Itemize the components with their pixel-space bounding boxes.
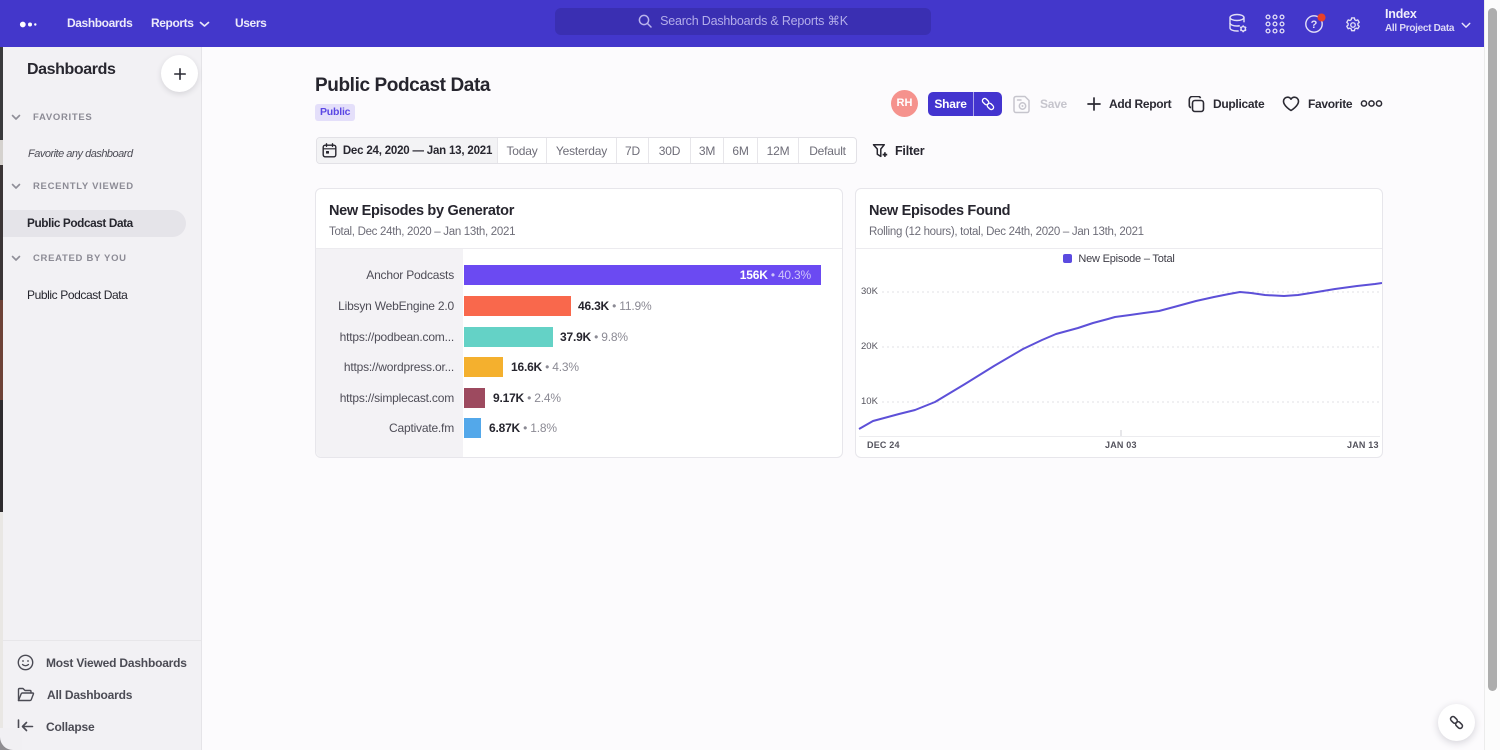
svg-text:?: ? bbox=[1311, 19, 1318, 31]
